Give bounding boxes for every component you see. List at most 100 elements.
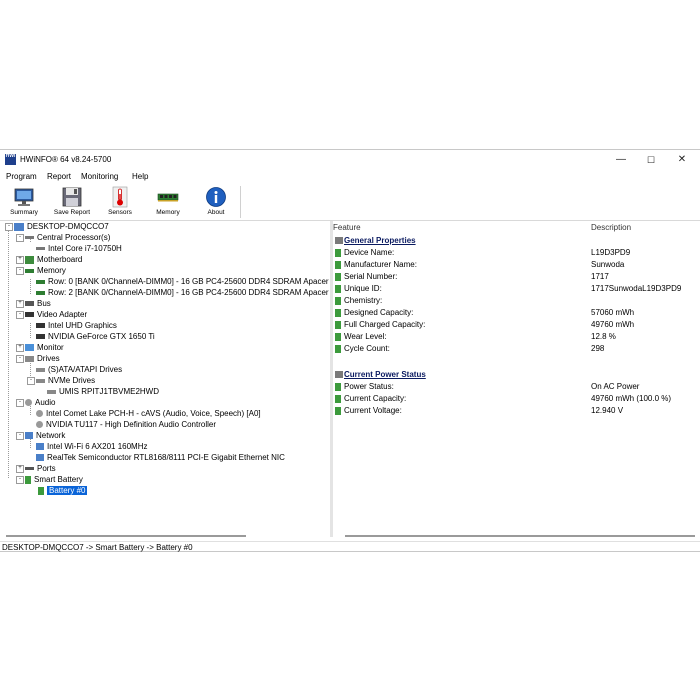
title-bar[interactable]: HWi HWiNFO® 64 v8.24-5700 — ☐ ✕ (0, 150, 700, 170)
left-horizontal-scrollbar[interactable] (6, 535, 246, 537)
close-button[interactable]: ✕ (667, 152, 697, 168)
property-row[interactable]: Cycle Count: 298 (333, 343, 700, 355)
property-feature: Power Status: (344, 382, 394, 391)
property-row[interactable]: Wear Level: 12.8 % (333, 331, 700, 343)
tree-node-battery[interactable]: Battery #0 (38, 485, 88, 496)
tree-expander[interactable]: - (16, 476, 24, 484)
tree-expander[interactable]: - (16, 234, 24, 242)
tree-node-audio1[interactable]: Intel Comet Lake PCH-H - cAVS (Audio, Vo… (36, 408, 261, 419)
menu-program[interactable]: Program (6, 172, 37, 181)
tree-node-gpu1[interactable]: Intel UHD Graphics (36, 320, 117, 331)
tree-node-audio2[interactable]: NVIDIA TU117 - High Definition Audio Con… (36, 419, 216, 430)
battery-icon (335, 333, 341, 341)
tree-node-nvme-item[interactable]: UMIS RPITJ1TBVME2HWD (47, 386, 159, 397)
property-feature: Designed Capacity: (344, 308, 414, 317)
device-tree[interactable]: - DESKTOP-DMQCCO7 - Central Processor(s)… (0, 221, 330, 537)
tree-node-root[interactable]: DESKTOP-DMQCCO7 (14, 221, 109, 232)
tree-expander[interactable]: - (16, 355, 24, 363)
summary-button[interactable]: Summary (0, 184, 48, 220)
tree-guide (8, 231, 9, 478)
tree-guide (30, 279, 31, 294)
tree-node-label: Video Adapter (37, 310, 88, 319)
section-icon (335, 371, 343, 378)
tree-expander[interactable]: + (16, 344, 24, 352)
tree-node-nvme[interactable]: NVMe Drives (36, 375, 95, 386)
property-row[interactable]: Unique ID: 1717SunwodaL19D3PD9 (333, 283, 700, 295)
property-row[interactable]: Full Charged Capacity: 49760 mWh (333, 319, 700, 331)
property-row[interactable]: Current Capacity: 49760 mWh (100.0 %) (333, 393, 700, 405)
tree-node-label: Central Processor(s) (37, 233, 111, 242)
tree-expander[interactable]: - (16, 267, 24, 275)
tree-node-label-selected: Battery #0 (47, 486, 88, 495)
status-bar: DESKTOP-DMQCCO7 -> Smart Battery -> Batt… (0, 541, 700, 553)
save-report-button[interactable]: Save Report (48, 184, 96, 220)
memory-button[interactable]: Memory (144, 184, 192, 220)
menu-help[interactable]: Help (132, 172, 148, 181)
tree-node-ports[interactable]: Ports (25, 463, 56, 474)
about-button[interactable]: About (192, 184, 240, 220)
tree-node-net2[interactable]: RealTek Semiconductor RTL8168/8111 PCI-E… (36, 452, 285, 463)
property-row[interactable]: Manufacturer Name: Sunwoda (333, 259, 700, 271)
tree-node-video[interactable]: Video Adapter (25, 309, 87, 320)
menu-bar: Program Report Monitoring Help (0, 170, 700, 184)
property-row[interactable]: Serial Number: 1717 (333, 271, 700, 283)
tree-node-net1[interactable]: Intel Wi-Fi 6 AX201 160MHz (36, 441, 147, 452)
property-row[interactable]: Current Voltage: 12.940 V (333, 405, 700, 417)
tree-node-drives[interactable]: Drives (25, 353, 60, 364)
minimize-button[interactable]: — (606, 152, 636, 168)
tree-node-label: (S)ATA/ATAPI Drives (48, 365, 123, 374)
menu-report[interactable]: Report (47, 172, 71, 181)
speaker-icon (36, 421, 43, 429)
property-row[interactable]: Power Status: On AC Power (333, 381, 700, 393)
speaker-icon (25, 399, 32, 407)
column-header-feature[interactable]: Feature (333, 221, 361, 235)
tree-expander[interactable]: + (16, 300, 24, 308)
ram-module-icon (36, 290, 45, 295)
tree-node-label: RealTek Semiconductor RTL8168/8111 PCI-E… (47, 453, 285, 462)
property-row[interactable]: Device Name: L19D3PD9 (333, 247, 700, 259)
tree-node-memory[interactable]: Memory (25, 265, 66, 276)
tree-node-network[interactable]: Network (25, 430, 65, 441)
maximize-button[interactable]: ☐ (636, 152, 666, 168)
tree-node-smart-battery[interactable]: Smart Battery (25, 474, 83, 485)
battery-icon (335, 407, 341, 415)
monitor-icon (14, 188, 34, 206)
about-label: About (207, 209, 225, 216)
tree-node-bus[interactable]: Bus (25, 298, 51, 309)
tree-expander[interactable]: + (16, 465, 24, 473)
hwinfo-window: HWi HWiNFO® 64 v8.24-5700 — ☐ ✕ Program … (0, 149, 700, 552)
tree-node-gpu2[interactable]: NVIDIA GeForce GTX 1650 Ti (36, 331, 155, 342)
tree-expander[interactable]: - (16, 432, 24, 440)
tree-node-sata[interactable]: (S)ATA/ATAPI Drives (36, 364, 122, 375)
tree-expander[interactable]: - (5, 223, 13, 231)
property-row[interactable]: Designed Capacity: 57060 mWh (333, 307, 700, 319)
floppy-disk-icon (62, 187, 82, 207)
tree-expander[interactable]: - (16, 399, 24, 407)
tree-expander[interactable]: + (16, 256, 24, 264)
menu-monitoring[interactable]: Monitoring (81, 172, 118, 181)
tree-node-audio[interactable]: Audio (25, 397, 55, 408)
tree-node-monitor[interactable]: Monitor (25, 342, 64, 353)
details-pane[interactable]: Feature Description General Properties D… (333, 221, 700, 537)
section-general-properties: General Properties (333, 235, 700, 247)
info-icon (206, 187, 226, 207)
tree-node-label: Audio (35, 398, 56, 407)
tree-node-cpu[interactable]: Central Processor(s) (25, 232, 110, 243)
property-value: 49760 mWh (100.0 %) (591, 394, 672, 403)
tree-node-label: Network (36, 431, 66, 440)
tree-node-mem-row2[interactable]: Row: 2 [BANK 0/ChannelA-DIMM0] - 16 GB P… (36, 287, 329, 298)
tree-node-mem-row0[interactable]: Row: 0 [BANK 0/ChannelA-DIMM0] - 16 GB P… (36, 276, 329, 287)
tree-expander[interactable]: - (27, 377, 35, 385)
tree-expander[interactable]: - (16, 311, 24, 319)
sensors-button[interactable]: Sensors (96, 184, 144, 220)
property-row[interactable]: Chemistry: (333, 295, 700, 307)
right-horizontal-scrollbar[interactable] (345, 535, 695, 537)
tree-node-cpu-item[interactable]: Intel Core i7-10750H (36, 243, 122, 254)
tree-node-motherboard[interactable]: Motherboard (25, 254, 82, 265)
column-header-description[interactable]: Description (591, 221, 631, 235)
drive-icon (36, 367, 45, 372)
section-title: General Properties (344, 236, 416, 245)
processor-icon (36, 247, 45, 251)
tree-guide (30, 323, 31, 338)
property-value: 57060 mWh (591, 308, 635, 317)
